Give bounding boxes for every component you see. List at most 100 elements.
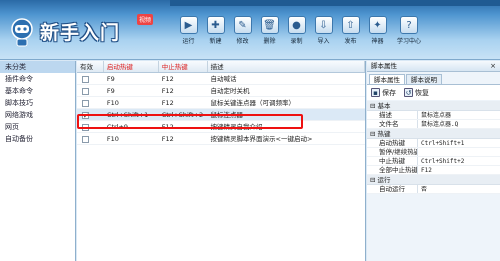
property-row[interactable]: 全部中止热键 F12 <box>367 166 500 175</box>
main-toolbar: ▶ 运行 ✚ 新建 ✎ 修改 🗑 删除 ● 录制 ⇩ 导入 ⇧ 发布 ✦ 神器 <box>176 16 428 56</box>
property-row[interactable]: 中止热键 Ctrl+Shift+2 <box>367 157 500 166</box>
title-strip <box>170 0 500 6</box>
sidebar-item-plugin-commands[interactable]: 插件命令 <box>0 73 75 85</box>
start-hotkey-cell: F10 <box>106 99 119 107</box>
enabled-checkbox[interactable] <box>82 135 89 143</box>
category-hotkeys[interactable]: ⊟ 热键 <box>367 129 500 139</box>
start-hotkey-cell: F10 <box>106 135 119 143</box>
script-properties-panel: 脚本属性 × 脚本属性 脚本说明 ▪ 保存 ↺ 恢复 ⊟ 基本 描述 鼠标连点器… <box>367 61 500 261</box>
enabled-checkbox[interactable] <box>82 87 89 95</box>
new-button[interactable]: ✚ 新建 <box>203 16 228 56</box>
column-header-start-hotkey[interactable]: 启动热键 <box>104 61 159 72</box>
column-header-description[interactable]: 描述 <box>208 61 365 72</box>
sidebar-item-basic-commands[interactable]: 基本命令 <box>0 85 75 97</box>
property-row[interactable]: 启动热键 Ctrl+Shift+1 <box>367 139 500 148</box>
property-key: 启动热键 <box>379 139 405 147</box>
property-key: 文件名 <box>379 120 399 128</box>
stop-hotkey-cell: F12 <box>161 75 174 83</box>
panel-title: 脚本属性 × <box>367 61 500 72</box>
tab-script-properties[interactable]: 脚本属性 <box>369 74 405 84</box>
stop-hotkey-cell: F12 <box>161 135 174 143</box>
save-button[interactable]: ▪ 保存 <box>371 88 396 98</box>
property-key: 自动运行 <box>379 185 405 193</box>
start-hotkey-cell: F9 <box>106 87 115 95</box>
property-key: 暂停/继续热键 <box>379 148 417 156</box>
run-button[interactable]: ▶ 运行 <box>176 16 201 56</box>
save-icon: ▪ <box>371 88 380 97</box>
panel-title-text: 脚本属性 <box>371 62 397 70</box>
publish-label: 发布 <box>344 38 357 45</box>
column-header-enabled[interactable]: 有效 <box>77 61 104 72</box>
logo-text: 新手入门 <box>40 22 121 44</box>
new-label: 新建 <box>209 38 222 45</box>
video-badge[interactable]: 视频 <box>137 14 154 25</box>
property-key: 全部中止热键 <box>379 166 417 174</box>
property-value: Ctrl+Shift+1 <box>417 139 500 147</box>
learning-center-button[interactable]: ? 学习中心 <box>392 16 426 56</box>
app-header: 新手入门 视频 ▶ 运行 ✚ 新建 ✎ 修改 🗑 删除 ● 录制 ⇩ 导入 ⇧ <box>0 0 500 60</box>
sidebar-item-online-games[interactable]: 网络游戏 <box>0 109 75 121</box>
publish-icon: ⇧ <box>341 16 360 34</box>
restore-label: 恢复 <box>415 88 429 97</box>
table-row[interactable]: F10 F12 鼠标关键连点器（可调频率） <box>77 97 365 109</box>
highlight-box <box>77 114 303 129</box>
sidebar-item-auto-backup[interactable]: 自动备份 <box>0 133 75 145</box>
delete-icon: 🗑 <box>260 16 279 34</box>
property-row[interactable]: 自动运行 否 <box>367 185 500 194</box>
property-value <box>417 148 500 156</box>
property-row[interactable]: 文件名 鼠标连点器.Q <box>367 120 500 129</box>
artifact-button[interactable]: ✦ 神器 <box>365 16 390 56</box>
category-sidebar: 未分类 插件命令 基本命令 脚本技巧 网络游戏 网页 自动备份 <box>0 61 76 261</box>
category-basic[interactable]: ⊟ 基本 <box>367 101 500 111</box>
edit-button[interactable]: ✎ 修改 <box>230 16 255 56</box>
sidebar-item-web[interactable]: 网页 <box>0 121 75 133</box>
table-header: 有效 启动热键 中止热键 描述 <box>77 61 365 73</box>
property-row[interactable]: 描述 鼠标连点器 <box>367 111 500 120</box>
stop-hotkey-cell: F12 <box>161 99 174 107</box>
sidebar-item-script-tips[interactable]: 脚本技巧 <box>0 97 75 109</box>
close-icon[interactable]: × <box>490 61 496 72</box>
category-run[interactable]: ⊟ 运行 <box>367 175 500 185</box>
restore-button[interactable]: ↺ 恢复 <box>404 88 429 98</box>
property-value: Ctrl+Shift+2 <box>417 157 500 165</box>
description-cell: 按键精灵脚本界面演示<一键启动> <box>210 135 313 143</box>
column-header-stop-hotkey[interactable]: 中止热键 <box>159 61 208 72</box>
enabled-checkbox[interactable] <box>82 99 89 107</box>
property-value: 鼠标连点器.Q <box>417 120 500 128</box>
table-row[interactable]: F9 F12 自动喊话 <box>77 73 365 85</box>
description-cell: 自动定时关机 <box>210 87 250 95</box>
tab-script-description[interactable]: 脚本说明 <box>406 74 442 84</box>
run-icon: ▶ <box>179 16 198 34</box>
robot-logo-icon <box>11 18 33 47</box>
delete-button[interactable]: 🗑 删除 <box>257 16 282 56</box>
import-button[interactable]: ⇩ 导入 <box>311 16 336 56</box>
property-row[interactable]: 暂停/继续热键 <box>367 148 500 157</box>
record-label: 录制 <box>290 38 303 45</box>
properties-tabs: 脚本属性 脚本说明 <box>367 72 500 84</box>
save-label: 保存 <box>382 88 396 97</box>
property-key: 中止热键 <box>379 157 405 165</box>
property-value: 否 <box>417 185 500 193</box>
description-cell: 自动喊话 <box>210 75 237 83</box>
artifact-icon: ✦ <box>368 16 387 34</box>
learning-center-label: 学习中心 <box>396 38 421 45</box>
artifact-label: 神器 <box>371 38 384 45</box>
table-row[interactable]: F10 F12 按键精灵脚本界面演示<一键启动> <box>77 133 365 145</box>
property-value: F12 <box>417 166 500 174</box>
property-key: 描述 <box>379 111 392 119</box>
property-grid: ⊟ 基本 描述 鼠标连点器 文件名 鼠标连点器.Q ⊟ 热键 启动热键 Ctrl… <box>367 101 500 194</box>
start-hotkey-cell: F9 <box>106 75 115 83</box>
publish-button[interactable]: ⇧ 发布 <box>338 16 363 56</box>
table-row[interactable]: F9 F12 自动定时关机 <box>77 85 365 97</box>
record-button[interactable]: ● 录制 <box>284 16 309 56</box>
stop-hotkey-cell: F12 <box>161 87 174 95</box>
sidebar-item-uncategorized[interactable]: 未分类 <box>0 61 75 73</box>
script-table: 有效 启动热键 中止热键 描述 F9 F12 自动喊话 F9 F12 自动定时关… <box>77 61 366 261</box>
properties-actions: ▪ 保存 ↺ 恢复 <box>367 84 500 100</box>
learning-center-icon: ? <box>400 16 418 34</box>
enabled-checkbox[interactable] <box>82 75 89 83</box>
record-icon: ● <box>287 16 306 34</box>
run-label: 运行 <box>182 38 195 45</box>
description-cell: 鼠标关键连点器（可调频率） <box>210 99 296 107</box>
app-logo[interactable]: 新手入门 视频 <box>8 14 168 54</box>
